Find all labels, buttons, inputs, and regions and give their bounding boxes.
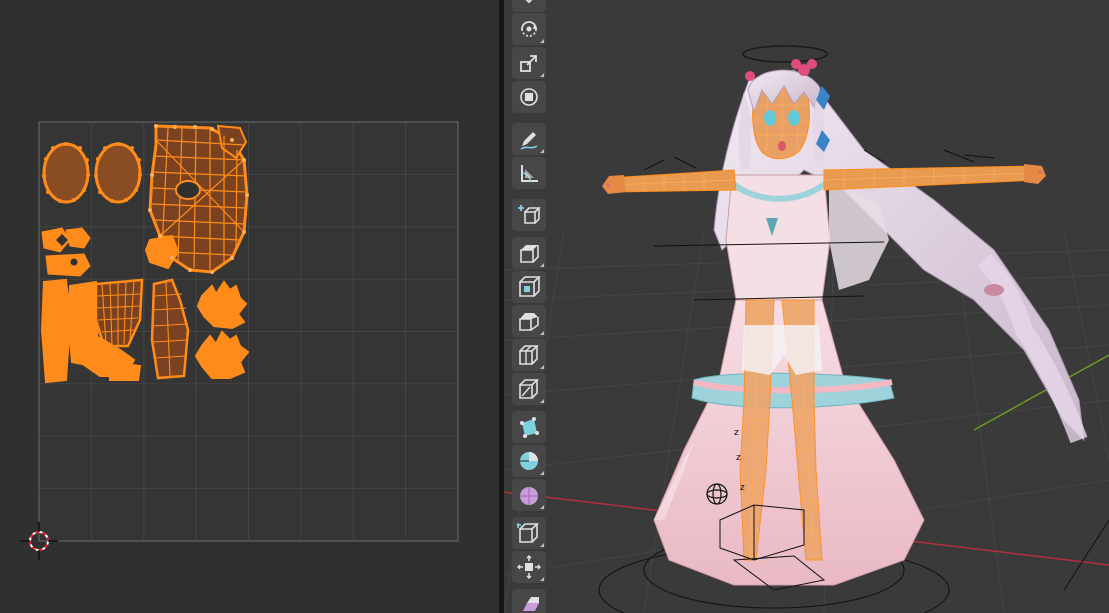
shrink-fatten-icon xyxy=(517,555,541,579)
tool-loop-cut[interactable] xyxy=(512,339,546,371)
loop-cut-icon xyxy=(519,345,539,365)
scale-icon xyxy=(520,55,537,72)
extrude-icon xyxy=(520,245,539,263)
tool-knife[interactable] xyxy=(512,373,546,405)
add-cube-icon xyxy=(518,205,541,224)
chevron-down-icon xyxy=(525,0,533,4)
shear-icon xyxy=(523,597,539,611)
tool-measure[interactable] xyxy=(512,157,546,189)
svg-text:z: z xyxy=(736,453,741,463)
tool-transform-collapsed[interactable] xyxy=(512,0,546,12)
uv-canvas[interactable] xyxy=(0,0,499,613)
rotate-icon xyxy=(521,21,537,37)
uv-island-face[interactable] xyxy=(144,124,249,274)
tool-shear[interactable] xyxy=(512,589,546,613)
3d-viewport[interactable]: z z z xyxy=(504,0,1109,613)
svg-text:z: z xyxy=(734,428,739,438)
tool-bevel[interactable] xyxy=(512,305,546,337)
spin-icon xyxy=(520,452,538,470)
measure-icon xyxy=(521,165,538,182)
annotate-icon xyxy=(520,132,538,150)
tool-smooth[interactable] xyxy=(512,479,546,511)
tool-add-cube[interactable] xyxy=(512,199,546,231)
tool-spin[interactable] xyxy=(512,445,546,477)
blender-window: z z z xyxy=(0,0,1109,613)
uv-island-limbs[interactable] xyxy=(40,278,190,384)
tool-transform[interactable] xyxy=(512,81,546,113)
tool-shrink-fatten[interactable] xyxy=(512,551,546,583)
edge-slide-icon xyxy=(517,523,539,543)
viewport-scene[interactable]: z z z xyxy=(504,0,1109,613)
tool-poly-build[interactable] xyxy=(512,411,546,443)
bevel-icon xyxy=(519,313,539,331)
tool-scale[interactable] xyxy=(512,47,546,79)
tool-extrude-region[interactable] xyxy=(512,237,546,269)
viewport-toolbar xyxy=(509,0,549,613)
uv-editor-area[interactable] xyxy=(0,0,499,613)
transform-icon xyxy=(520,88,538,106)
inset-icon xyxy=(519,276,541,297)
poly-build-icon xyxy=(520,417,539,438)
tool-annotate[interactable] xyxy=(512,123,546,155)
character-model[interactable]: z z z xyxy=(598,45,1109,613)
tool-inset-faces[interactable] xyxy=(512,271,546,303)
tool-rotate[interactable] xyxy=(512,13,546,45)
tool-edge-slide[interactable] xyxy=(512,517,546,549)
knife-icon xyxy=(519,379,539,399)
svg-text:z: z xyxy=(740,483,745,493)
smooth-icon xyxy=(520,487,538,505)
